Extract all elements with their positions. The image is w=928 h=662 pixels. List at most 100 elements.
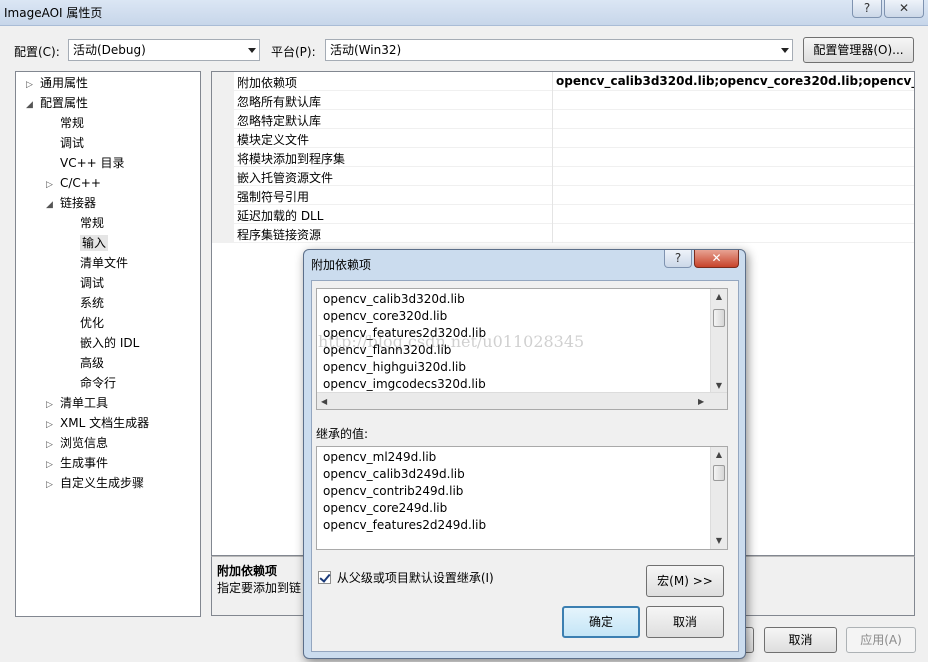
config-manager-button[interactable]: 配置管理器(O)... <box>803 37 914 63</box>
tree-item-label: 常规 <box>80 216 105 230</box>
tree-item[interactable]: ◢ 链接器 <box>46 193 96 213</box>
tree-item-label: 输入 <box>80 235 109 251</box>
description-title: 附加依赖项 <box>217 564 278 578</box>
property-value[interactable]: opencv_calib3d320d.lib;opencv_core320d.l… <box>556 74 914 88</box>
tree-item[interactable]: ▷ 清单工具 <box>46 393 108 413</box>
apply-button[interactable]: 应用(A) <box>846 627 916 653</box>
inherited-listbox[interactable]: ▲ ▼ opencv_ml249d.lib opencv_calib3d249d.… <box>316 446 728 550</box>
tree-item[interactable]: ▷ 自定义生成步骤 <box>46 473 144 493</box>
expand-arrow-icon[interactable]: ▷ <box>46 415 60 435</box>
property-name: 强制符号引用 <box>237 190 310 204</box>
scroll-up-icon[interactable]: ▲ <box>711 447 727 463</box>
tree-item[interactable]: 系统 <box>66 293 104 313</box>
tree-item[interactable]: 调试 <box>46 133 84 153</box>
inherited-label: 继承的值: <box>316 427 369 441</box>
expand-arrow-icon[interactable]: ▷ <box>26 75 40 95</box>
dialog-ok-button[interactable]: 确定 <box>562 606 640 638</box>
deps-vscroll[interactable]: ▲ ▼ <box>710 289 727 394</box>
tree-item[interactable]: 命令行 <box>66 373 116 393</box>
expand-arrow-icon[interactable]: ▷ <box>46 455 60 475</box>
tree-item[interactable]: 清单文件 <box>66 253 128 273</box>
deps-listbox[interactable]: ▲ ▼ ◀ ▶ opencv_calib3d320d.lib opencv_cor… <box>316 288 728 410</box>
tree-item[interactable]: 输入 <box>66 233 109 253</box>
tree-item[interactable]: ▷ 通用属性 <box>26 73 88 93</box>
scroll-thumb[interactable] <box>713 309 725 327</box>
column-separator <box>552 224 553 243</box>
scroll-left-icon[interactable]: ◀ <box>321 393 327 409</box>
tree-item-label: 系统 <box>80 296 105 310</box>
platform-select[interactable]: 活动(Win32) <box>325 39 793 61</box>
window-titlebar: ImageAOI 属性页 ? ✕ <box>0 0 928 26</box>
property-row[interactable]: 将模块添加到程序集 <box>212 148 914 167</box>
expand-arrow-icon[interactable]: ▷ <box>46 435 60 455</box>
platform-label: 平台(P): <box>271 45 316 59</box>
tree-item[interactable]: VC++ 目录 <box>46 153 125 173</box>
inherited-vscroll[interactable]: ▲ ▼ <box>710 447 727 549</box>
dialog-help-button[interactable]: ? <box>664 250 692 268</box>
tree-item[interactable]: 优化 <box>66 313 104 333</box>
dialog-cancel-button[interactable]: 取消 <box>646 606 724 638</box>
tree-item-label: 链接器 <box>60 196 97 210</box>
list-item[interactable]: opencv_flann320d.lib <box>323 342 451 359</box>
scroll-up-icon[interactable]: ▲ <box>711 289 727 305</box>
property-tree: ▷ 通用属性 ◢ 配置属性 常规 调试 VC++ 目录 ▷ C/C++ ◢ 链接器 常规 输入 清单文件调… <box>15 71 201 617</box>
column-separator <box>552 167 553 186</box>
column-separator <box>552 110 553 129</box>
tree-item[interactable]: ▷ 生成事件 <box>46 453 108 473</box>
help-button[interactable]: ? <box>852 0 882 18</box>
column-separator <box>552 129 553 148</box>
inherit-checkbox[interactable] <box>318 571 331 584</box>
tree-item[interactable]: 常规 <box>46 113 84 133</box>
tree-item[interactable]: ◢ 配置属性 <box>26 93 88 113</box>
deps-hscroll[interactable]: ◀ ▶ <box>317 392 727 409</box>
expand-arrow-icon[interactable]: ◢ <box>46 195 60 215</box>
tree-item-label: 常规 <box>60 116 85 130</box>
expand-arrow-icon[interactable]: ▷ <box>46 475 60 495</box>
property-name: 附加依赖项 <box>237 76 298 90</box>
list-item[interactable]: opencv_imgcodecs320d.lib <box>323 376 486 393</box>
tree-item[interactable]: 调试 <box>66 273 104 293</box>
property-row[interactable]: 程序集链接资源 <box>212 224 914 243</box>
tree-item-label: 清单文件 <box>80 256 129 270</box>
description-text: 指定要添加到链 <box>217 581 302 595</box>
tree-item[interactable]: 高级 <box>66 353 104 373</box>
list-item[interactable]: opencv_core320d.lib <box>323 308 447 325</box>
scroll-down-icon[interactable]: ▼ <box>711 533 727 549</box>
property-row[interactable]: 强制符号引用 <box>212 186 914 205</box>
property-row[interactable]: 附加依赖项 opencv_calib3d320d.lib;opencv_core3… <box>212 72 914 91</box>
property-name: 模块定义文件 <box>237 133 310 147</box>
scroll-right-icon[interactable]: ▶ <box>698 393 704 409</box>
column-separator <box>552 186 553 205</box>
column-separator <box>552 72 553 91</box>
list-item[interactable]: opencv_highgui320d.lib <box>323 359 466 376</box>
tree-item[interactable]: 嵌入的 IDL <box>66 333 139 353</box>
tree-item-label: 自定义生成步骤 <box>60 476 145 490</box>
property-row[interactable]: 嵌入托管资源文件 <box>212 167 914 186</box>
property-row[interactable]: 忽略特定默认库 <box>212 110 914 129</box>
inherit-checkbox-row[interactable]: 从父级或项目默认设置继承(I) <box>318 569 494 586</box>
close-button[interactable]: ✕ <box>884 0 924 18</box>
property-row[interactable]: 忽略所有默认库 <box>212 91 914 110</box>
tree-item-label: 命令行 <box>80 376 117 390</box>
dialog-close-button[interactable]: ✕ <box>694 250 739 268</box>
scroll-thumb[interactable] <box>713 465 725 481</box>
tree-item-label: VC++ 目录 <box>60 156 125 170</box>
tree-item[interactable]: ▷ 浏览信息 <box>46 433 108 453</box>
expand-arrow-icon[interactable]: ◢ <box>26 95 40 115</box>
property-name: 忽略所有默认库 <box>237 95 322 109</box>
list-item[interactable]: opencv_calib3d320d.lib <box>323 291 465 308</box>
tree-item[interactable]: ▷ C/C++ <box>46 173 101 193</box>
property-row[interactable]: 延迟加载的 DLL <box>212 205 914 224</box>
dialog-body: ▲ ▼ ◀ ▶ opencv_calib3d320d.lib opencv_cor… <box>311 280 739 652</box>
macro-button[interactable]: 宏(M) >> <box>646 565 724 597</box>
expand-arrow-icon[interactable]: ▷ <box>46 395 60 415</box>
tree-item-label: 优化 <box>80 316 105 330</box>
property-row[interactable]: 模块定义文件 <box>212 129 914 148</box>
config-select[interactable]: 活动(Debug) <box>68 39 260 61</box>
property-name: 将模块添加到程序集 <box>237 152 346 166</box>
tree-item[interactable]: 常规 <box>66 213 104 233</box>
cancel-button-main[interactable]: 取消 <box>764 627 837 653</box>
list-item[interactable]: opencv_features2d320d.lib <box>323 325 486 342</box>
tree-item[interactable]: ▷ XML 文档生成器 <box>46 413 149 433</box>
expand-arrow-icon[interactable]: ▷ <box>46 175 60 195</box>
